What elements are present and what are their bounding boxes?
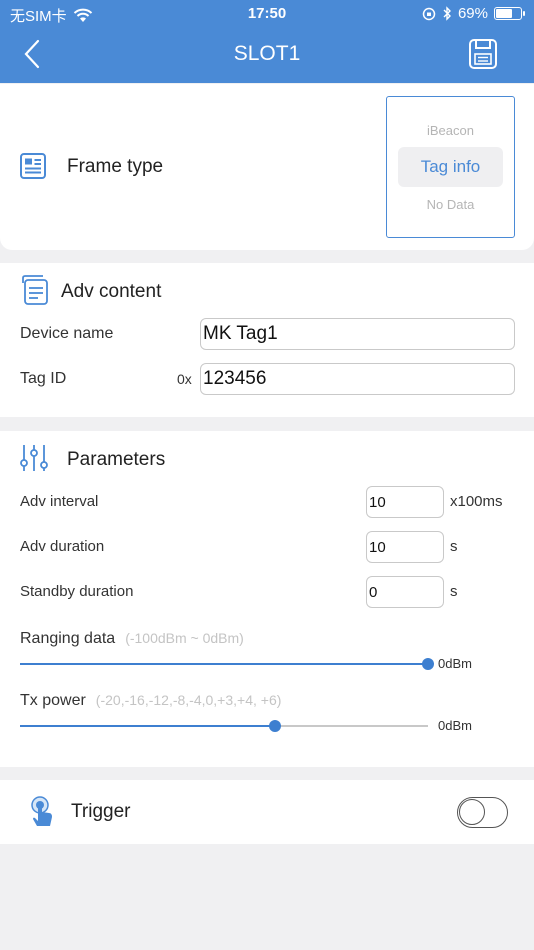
frame-type-title: Frame type (67, 156, 164, 177)
parameters-title: Parameters (67, 449, 166, 470)
sliders-icon (20, 445, 48, 471)
ranging-value: 0dBm (438, 656, 472, 671)
frame-type-icon (20, 153, 46, 179)
ranging-data-text: Ranging data (20, 630, 116, 647)
adv-duration-unit: s (450, 538, 458, 555)
device-name-label: Device name (20, 325, 114, 342)
tx-value: 0dBm (438, 718, 472, 733)
adv-interval-unit: x100ms (450, 493, 503, 510)
picker-option-no-data[interactable]: No Data (387, 197, 514, 212)
trigger-card: Trigger (0, 780, 534, 844)
adv-duration-label: Adv duration (20, 538, 105, 555)
ranging-data-hint: (-100dBm ~ 0dBm) (125, 630, 244, 646)
toggle-knob (459, 799, 485, 825)
trigger-title: Trigger (71, 801, 131, 822)
tx-slider-fill (20, 725, 275, 727)
frame-type-card: Frame type iBeacon Tag info No Data (0, 84, 534, 250)
standby-duration-input[interactable] (366, 576, 444, 608)
tag-id-label: Tag ID (20, 370, 67, 387)
header: 无SIM卡 17:50 69% SLOT1 (0, 0, 534, 83)
save-icon (469, 39, 497, 69)
picker-option-ibeacon[interactable]: iBeacon (387, 123, 514, 138)
bluetooth-icon (443, 6, 451, 21)
ranging-slider-thumb[interactable] (422, 658, 434, 670)
parameters-card: Parameters Adv interval x100ms Adv durat… (0, 431, 534, 767)
standby-duration-label: Standby duration (20, 583, 134, 600)
tx-power-label: Tx power (-20,-16,-12,-8,-4,0,+3,+4, +6) (20, 692, 281, 710)
adv-content-card: Adv content Device name Tag ID 0x (0, 263, 534, 417)
frame-type-picker[interactable]: iBeacon Tag info No Data (386, 96, 515, 238)
ranging-data-label: Ranging data (-100dBm ~ 0dBm) (20, 630, 244, 648)
save-button[interactable] (468, 38, 498, 70)
battery-percent: 69% (457, 5, 488, 22)
adv-interval-label: Adv interval (20, 493, 99, 510)
tx-slider-thumb[interactable] (269, 720, 281, 732)
standby-duration-unit: s (450, 583, 458, 600)
nav-bar: SLOT1 (0, 28, 534, 83)
orientation-lock-icon (422, 7, 436, 20)
device-name-input[interactable] (200, 318, 515, 350)
adv-content-title: Adv content (61, 281, 162, 302)
adv-content-icon (22, 275, 48, 305)
ranging-slider-fill (20, 663, 428, 665)
touch-icon (31, 796, 52, 826)
tx-power-text: Tx power (20, 692, 86, 709)
status-right: 69% (422, 5, 525, 22)
tag-id-input[interactable] (200, 363, 515, 395)
tx-power-hint: (-20,-16,-12,-8,-4,0,+3,+4, +6) (95, 692, 282, 708)
battery-fill (496, 9, 512, 18)
adv-interval-input[interactable] (366, 486, 444, 518)
adv-duration-input[interactable] (366, 531, 444, 563)
status-bar: 无SIM卡 17:50 69% (0, 0, 534, 28)
page-title: SLOT1 (233, 42, 301, 65)
picker-option-selected[interactable]: Tag info (398, 147, 503, 187)
battery-icon (494, 7, 525, 20)
tag-id-prefix: 0x (177, 371, 192, 387)
trigger-toggle[interactable] (457, 797, 508, 828)
